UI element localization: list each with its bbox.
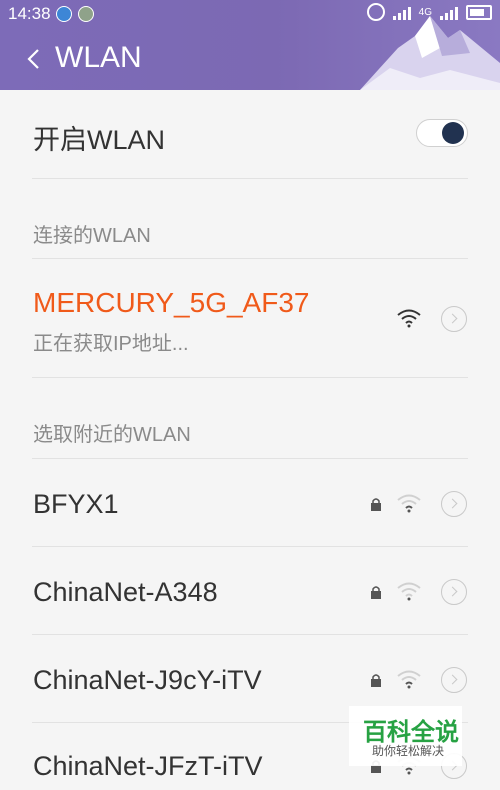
wifi-weak-icon bbox=[397, 670, 421, 689]
network-name: BFYX1 bbox=[33, 489, 119, 519]
network-list-item[interactable]: ChinaNet-A348 bbox=[0, 547, 500, 635]
lock-icon bbox=[371, 586, 381, 599]
connected-network-status: 正在获取IP地址... bbox=[33, 333, 189, 355]
network-name: ChinaNet-JFzT-iTV bbox=[33, 751, 263, 781]
shield-notification-icon bbox=[78, 6, 94, 22]
wlan-toggle-row[interactable]: 开启WLAN bbox=[0, 90, 500, 178]
watermark-subtitle: 助你轻松解决 bbox=[372, 744, 445, 758]
lock-icon bbox=[371, 498, 381, 511]
status-time: 14:38 bbox=[8, 4, 51, 23]
back-arrow-icon[interactable] bbox=[22, 42, 50, 76]
mountain-decoration-icon bbox=[360, 16, 500, 90]
wlan-settings-list: 开启WLAN 连接的WLAN MERCURY_5G_AF37 正在获取IP地址.… bbox=[0, 90, 500, 790]
wifi-weak-icon bbox=[397, 494, 421, 513]
app-header: 14:38 4G WLAN bbox=[0, 0, 500, 90]
toggle-knob bbox=[442, 122, 464, 144]
network-details-button[interactable] bbox=[441, 491, 467, 517]
network-details-button[interactable] bbox=[441, 579, 467, 605]
network-list-item[interactable]: BFYX1 bbox=[0, 459, 500, 547]
connected-network-row[interactable]: MERCURY_5G_AF37 正在获取IP地址... bbox=[0, 259, 500, 377]
network-name: ChinaNet-J9cY-iTV bbox=[33, 665, 262, 695]
network-details-button[interactable] bbox=[441, 667, 467, 693]
wlan-toggle-label: 开启WLAN bbox=[33, 125, 166, 155]
network-details-button[interactable] bbox=[441, 306, 467, 332]
connected-section-header: 连接的WLAN bbox=[0, 179, 500, 259]
connected-section-title: 连接的WLAN bbox=[33, 225, 151, 247]
baike-watermark: 百科全说 助你轻松解决 bbox=[349, 706, 462, 766]
connected-network-name: MERCURY_5G_AF37 bbox=[33, 287, 310, 318]
network-name: ChinaNet-A348 bbox=[33, 577, 218, 607]
page-title: WLAN bbox=[55, 41, 142, 74]
wlan-toggle-switch[interactable] bbox=[416, 119, 468, 147]
lock-icon bbox=[371, 674, 381, 687]
nearby-section-header: 选取附近的WLAN bbox=[0, 378, 500, 458]
wifi-weak-icon bbox=[397, 582, 421, 601]
wifi-strong-icon bbox=[397, 309, 421, 328]
nearby-section-title: 选取附近的WLAN bbox=[33, 424, 191, 446]
notification-icon bbox=[56, 6, 72, 22]
